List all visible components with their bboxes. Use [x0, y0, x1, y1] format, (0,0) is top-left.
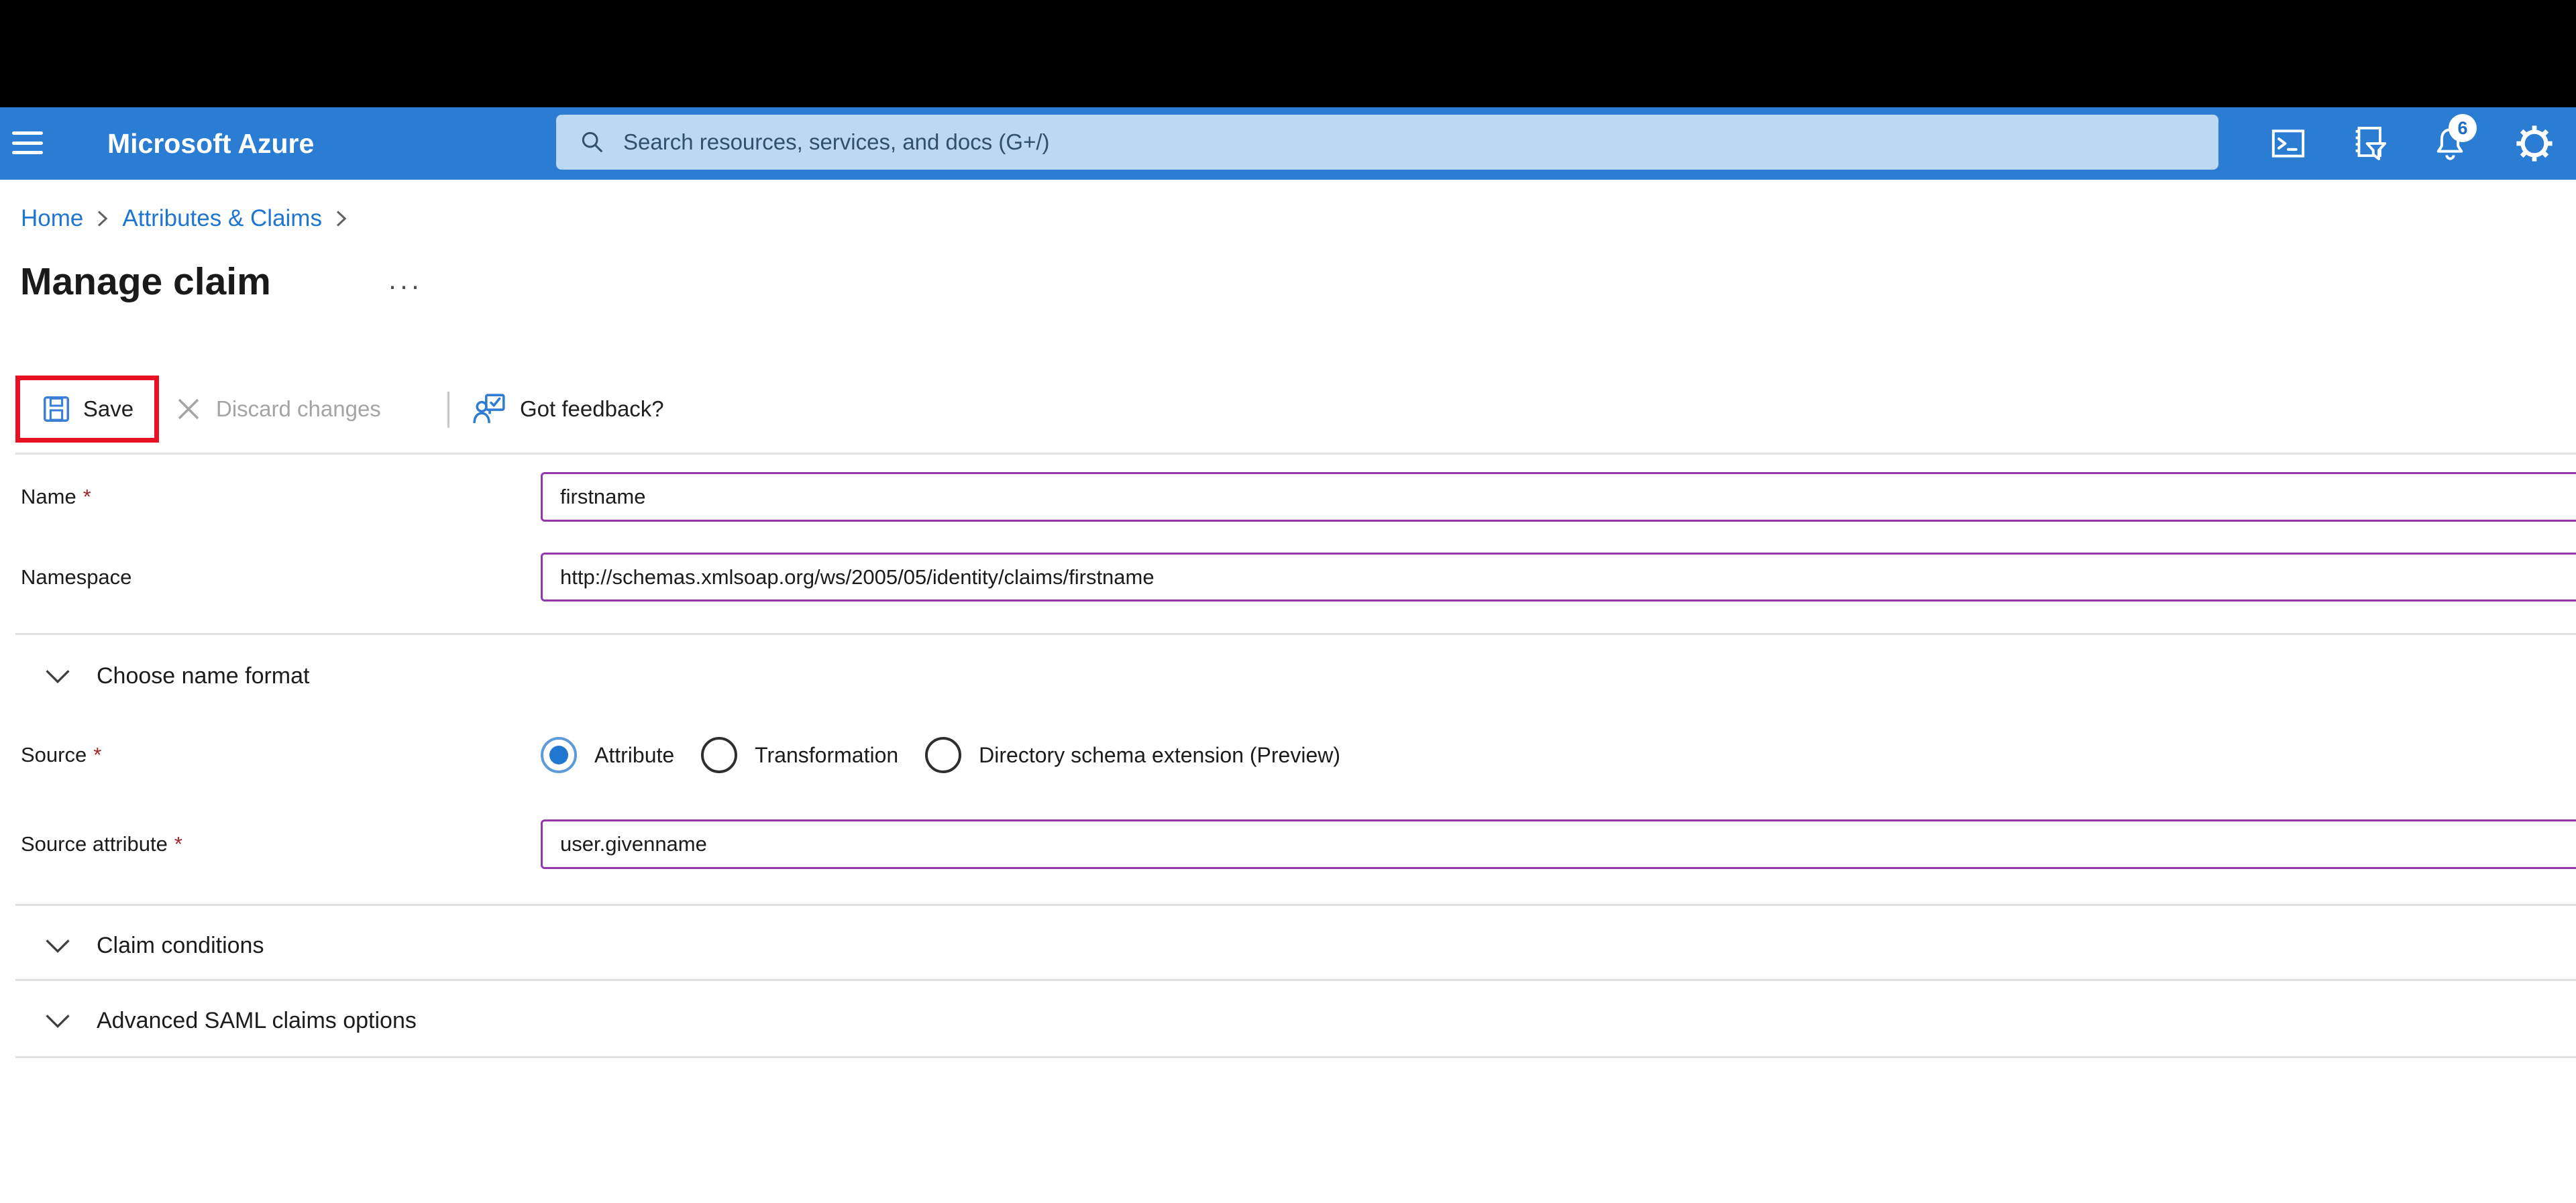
radio-option-transformation[interactable]: Transformation — [701, 737, 898, 773]
radio-option-directory-schema-extension[interactable]: Directory schema extension (Preview) — [925, 737, 1340, 773]
choose-name-format-label: Choose name format — [97, 663, 310, 689]
radio-selected-icon[interactable] — [541, 737, 577, 773]
top-letterbox-bar — [0, 0, 2576, 107]
required-asterisk: * — [174, 832, 182, 856]
subscription-filter-button[interactable] — [2347, 122, 2390, 165]
feedback-person-icon — [473, 394, 505, 423]
required-asterisk: * — [93, 743, 102, 766]
azure-top-bar: Microsoft Azure Search resources, servic… — [0, 107, 2576, 180]
cloud-shell-button[interactable] — [2267, 122, 2310, 165]
azure-portal-screen: Microsoft Azure Search resources, servic… — [0, 0, 2576, 1203]
radio-unselected-icon[interactable] — [701, 737, 738, 773]
section-divider — [15, 904, 2576, 906]
source-field-label: Source * — [21, 743, 102, 766]
section-divider — [15, 979, 2576, 981]
claim-conditions-label: Claim conditions — [97, 932, 264, 958]
chevron-right-icon — [98, 211, 108, 227]
chevron-down-icon — [46, 939, 70, 953]
global-search[interactable] — [556, 115, 2218, 170]
toolbar-divider — [15, 453, 2576, 455]
chevron-down-icon — [46, 1014, 70, 1028]
directory-filter-icon — [2355, 127, 2387, 160]
advanced-saml-label: Advanced SAML claims options — [97, 1007, 417, 1033]
brand-title: Microsoft Azure — [107, 128, 315, 159]
settings-button[interactable] — [2513, 122, 2556, 165]
discard-changes-button[interactable]: Discard changes — [174, 376, 381, 443]
breadcrumb-home-link[interactable]: Home — [21, 205, 83, 232]
search-icon — [582, 131, 602, 152]
required-asterisk: * — [83, 485, 91, 508]
section-divider — [15, 1056, 2576, 1058]
toolbar-separator — [447, 392, 449, 428]
chevron-right-icon — [336, 211, 347, 227]
notification-count-badge: 6 — [2449, 114, 2477, 142]
breadcrumb-attributes-claims-link[interactable]: Attributes & Claims — [122, 205, 322, 232]
section-divider — [15, 633, 2576, 635]
chevron-down-icon — [46, 669, 70, 683]
save-button[interactable]: Save — [15, 376, 159, 443]
got-feedback-label: Got feedback? — [520, 396, 664, 421]
save-button-label: Save — [83, 396, 134, 421]
hamburger-menu-icon[interactable] — [12, 131, 43, 154]
name-field-label: Name * — [21, 485, 91, 508]
radio-unselected-icon[interactable] — [925, 737, 962, 773]
radio-option-attribute[interactable]: Attribute — [541, 737, 674, 773]
notifications-button[interactable]: 6 — [2428, 114, 2477, 165]
discard-x-icon — [178, 398, 199, 420]
discard-changes-label: Discard changes — [216, 396, 381, 421]
choose-name-format-expander[interactable]: Choose name format — [44, 660, 310, 692]
name-input[interactable] — [541, 472, 2576, 522]
source-attribute-field-label: Source attribute * — [21, 832, 182, 856]
command-bar: Save Discard changes Got feedback? — [0, 370, 2576, 455]
settings-gear-icon — [2516, 125, 2553, 162]
got-feedback-button[interactable]: Got feedback? — [473, 376, 664, 443]
save-floppy-icon — [43, 396, 69, 422]
namespace-input[interactable] — [541, 553, 2576, 602]
namespace-field-label: Namespace — [21, 565, 132, 589]
more-options-button[interactable]: ··· — [388, 267, 422, 304]
breadcrumb: Home Attributes & Claims — [21, 203, 347, 234]
cloud-shell-terminal-icon — [2271, 129, 2305, 158]
search-input[interactable] — [556, 115, 2218, 170]
source-attribute-input[interactable] — [541, 819, 2576, 869]
source-radio-group: Attribute Transformation Directory schem… — [541, 736, 1340, 775]
claim-conditions-expander[interactable]: Claim conditions — [44, 929, 264, 962]
page-title: Manage claim — [20, 260, 271, 303]
advanced-saml-expander[interactable]: Advanced SAML claims options — [44, 1005, 417, 1037]
